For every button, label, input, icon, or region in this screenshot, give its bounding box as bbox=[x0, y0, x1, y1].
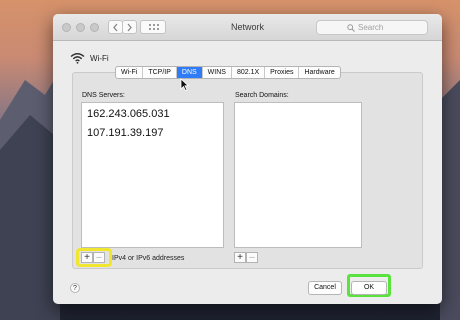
tab-wins[interactable]: WINS bbox=[203, 67, 232, 78]
network-preferences-window: Network Search Wi-Fi Wi-Fi TCP/IP DNS WI… bbox=[53, 14, 442, 304]
dns-servers-label: DNS Servers: bbox=[82, 92, 125, 99]
search-field[interactable]: Search bbox=[316, 20, 428, 35]
dns-servers-list[interactable]: 162.243.065.031 107.191.39.197 bbox=[81, 102, 224, 248]
ok-button[interactable]: OK bbox=[351, 281, 387, 295]
search-icon bbox=[347, 24, 355, 32]
tab-8021x[interactable]: 802.1X bbox=[232, 67, 266, 78]
search-placeholder: Search bbox=[358, 23, 384, 32]
search-domains-list[interactable] bbox=[234, 102, 362, 248]
interface-name: Wi-Fi bbox=[90, 54, 109, 63]
search-domains-label: Search Domains: bbox=[235, 92, 289, 99]
tab-hardware[interactable]: Hardware bbox=[299, 67, 339, 78]
help-button[interactable]: ? bbox=[70, 283, 80, 293]
add-search-domain-button[interactable]: + bbox=[234, 252, 246, 263]
tab-dns[interactable]: DNS bbox=[176, 67, 203, 78]
dns-server-entry[interactable]: 107.191.39.197 bbox=[87, 127, 163, 139]
tab-proxies[interactable]: Proxies bbox=[265, 67, 300, 78]
tab-tcpip[interactable]: TCP/IP bbox=[143, 67, 177, 78]
dns-server-entry[interactable]: 162.243.065.031 bbox=[87, 108, 170, 120]
cancel-button[interactable]: Cancel bbox=[308, 281, 342, 295]
wifi-icon bbox=[70, 53, 85, 64]
add-dns-server-button[interactable]: + bbox=[81, 252, 93, 263]
title-bar: Network Search bbox=[53, 14, 442, 41]
remove-search-domain-button[interactable]: – bbox=[246, 252, 258, 263]
dns-hint-text: IPv4 or IPv6 addresses bbox=[112, 255, 185, 262]
tab-wifi[interactable]: Wi-Fi bbox=[116, 67, 144, 78]
mouse-cursor-icon bbox=[180, 78, 189, 91]
remove-dns-server-button[interactable]: – bbox=[93, 252, 105, 263]
tab-bar: Wi-Fi TCP/IP DNS WINS 802.1X Proxies Har… bbox=[115, 66, 341, 79]
